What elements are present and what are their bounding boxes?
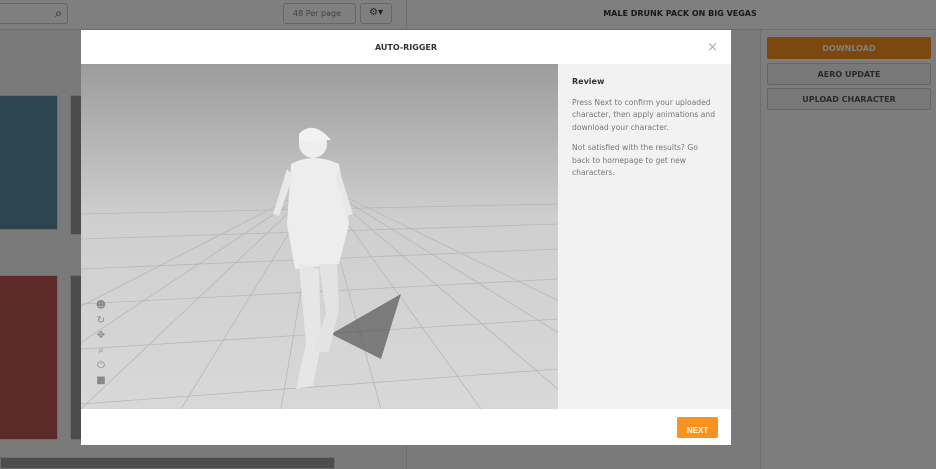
zoom-icon[interactable]: ⌕	[95, 345, 107, 356]
camera-icon[interactable]: ■	[95, 375, 107, 386]
character-model	[273, 127, 401, 389]
floor-grid	[81, 127, 558, 409]
rotate-icon[interactable]: ↻	[95, 315, 107, 326]
close-icon[interactable]: ×	[707, 40, 718, 55]
review-heading: Review	[572, 77, 605, 86]
review-instructions: Press Next to confirm your uploaded char…	[572, 97, 716, 132]
auto-rigger-modal: AUTO-RIGGER × ☻ ↻ ✥ ⌕ ⏻ ■ Review Press N…	[81, 30, 731, 445]
viewport-toolbar: ☻ ↻ ✥ ⌕ ⏻ ■	[95, 300, 107, 386]
review-note: Not satisfied with the results? Go back …	[572, 143, 698, 177]
modal-title: AUTO-RIGGER	[374, 43, 438, 52]
3d-viewport[interactable]: ☻ ↻ ✥ ⌕ ⏻ ■	[81, 64, 558, 409]
next-button[interactable]: NEXT	[677, 417, 718, 438]
reset-icon[interactable]: ⏻	[95, 360, 107, 371]
review-panel: Review Press Next to confirm your upload…	[558, 64, 731, 409]
skeleton-icon[interactable]: ☻	[95, 300, 107, 311]
move-icon[interactable]: ✥	[95, 330, 107, 341]
